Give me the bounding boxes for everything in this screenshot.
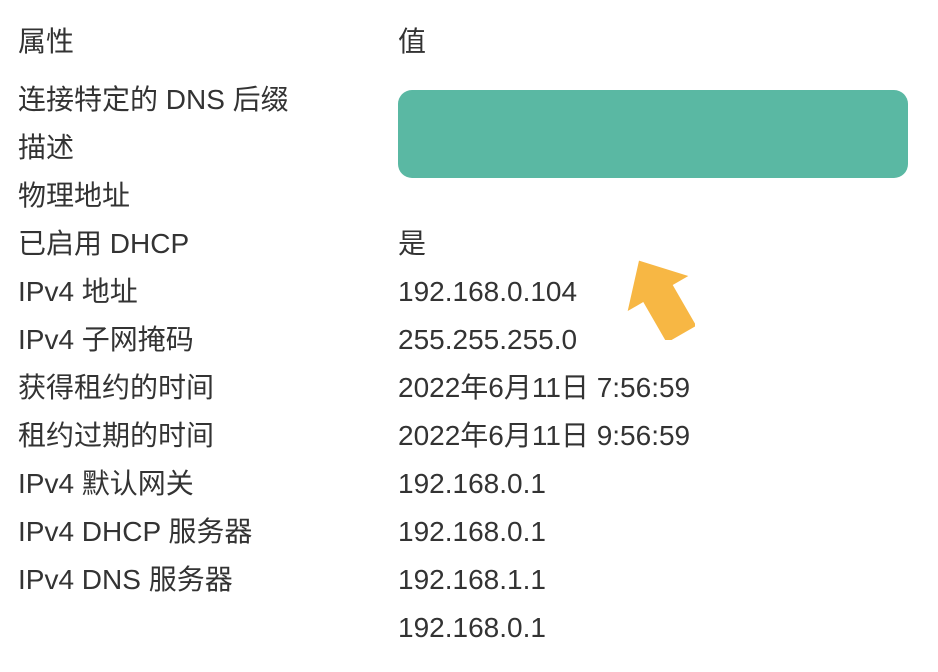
property-label: 描述 xyxy=(18,124,398,172)
property-label: IPv4 DHCP 服务器 xyxy=(18,508,398,556)
column-header-value: 值 xyxy=(398,20,920,68)
property-value xyxy=(398,172,920,220)
property-label: IPv4 默认网关 xyxy=(18,460,398,508)
property-value: 192.168.0.104 xyxy=(398,268,920,316)
property-value: 192.168.1.1 xyxy=(398,556,920,604)
property-value: 192.168.0.1 xyxy=(398,508,920,556)
property-label: IPv4 DNS 服务器 xyxy=(18,556,398,604)
property-column: 属性 连接特定的 DNS 后缀 描述 物理地址 已启用 DHCP IPv4 地址… xyxy=(18,20,398,652)
column-header-property: 属性 xyxy=(18,20,398,68)
property-value: 255.255.255.0 xyxy=(398,316,920,364)
property-label: 租约过期的时间 xyxy=(18,412,398,460)
property-value: 192.168.0.1 xyxy=(398,460,920,508)
property-label: IPv4 子网掩码 xyxy=(18,316,398,364)
property-value: 是 xyxy=(398,220,920,268)
property-label: 已启用 DHCP xyxy=(18,220,398,268)
property-label xyxy=(18,604,398,652)
property-label: IPv4 地址 xyxy=(18,268,398,316)
property-label: 获得租约的时间 xyxy=(18,364,398,412)
property-label: 连接特定的 DNS 后缀 xyxy=(18,76,398,124)
property-value: 2022年6月11日 9:56:59 xyxy=(398,412,920,460)
redacted-overlay xyxy=(398,90,908,178)
property-value: 2022年6月11日 7:56:59 xyxy=(398,364,920,412)
property-value: 192.168.0.1 xyxy=(398,604,920,652)
property-label: 物理地址 xyxy=(18,172,398,220)
